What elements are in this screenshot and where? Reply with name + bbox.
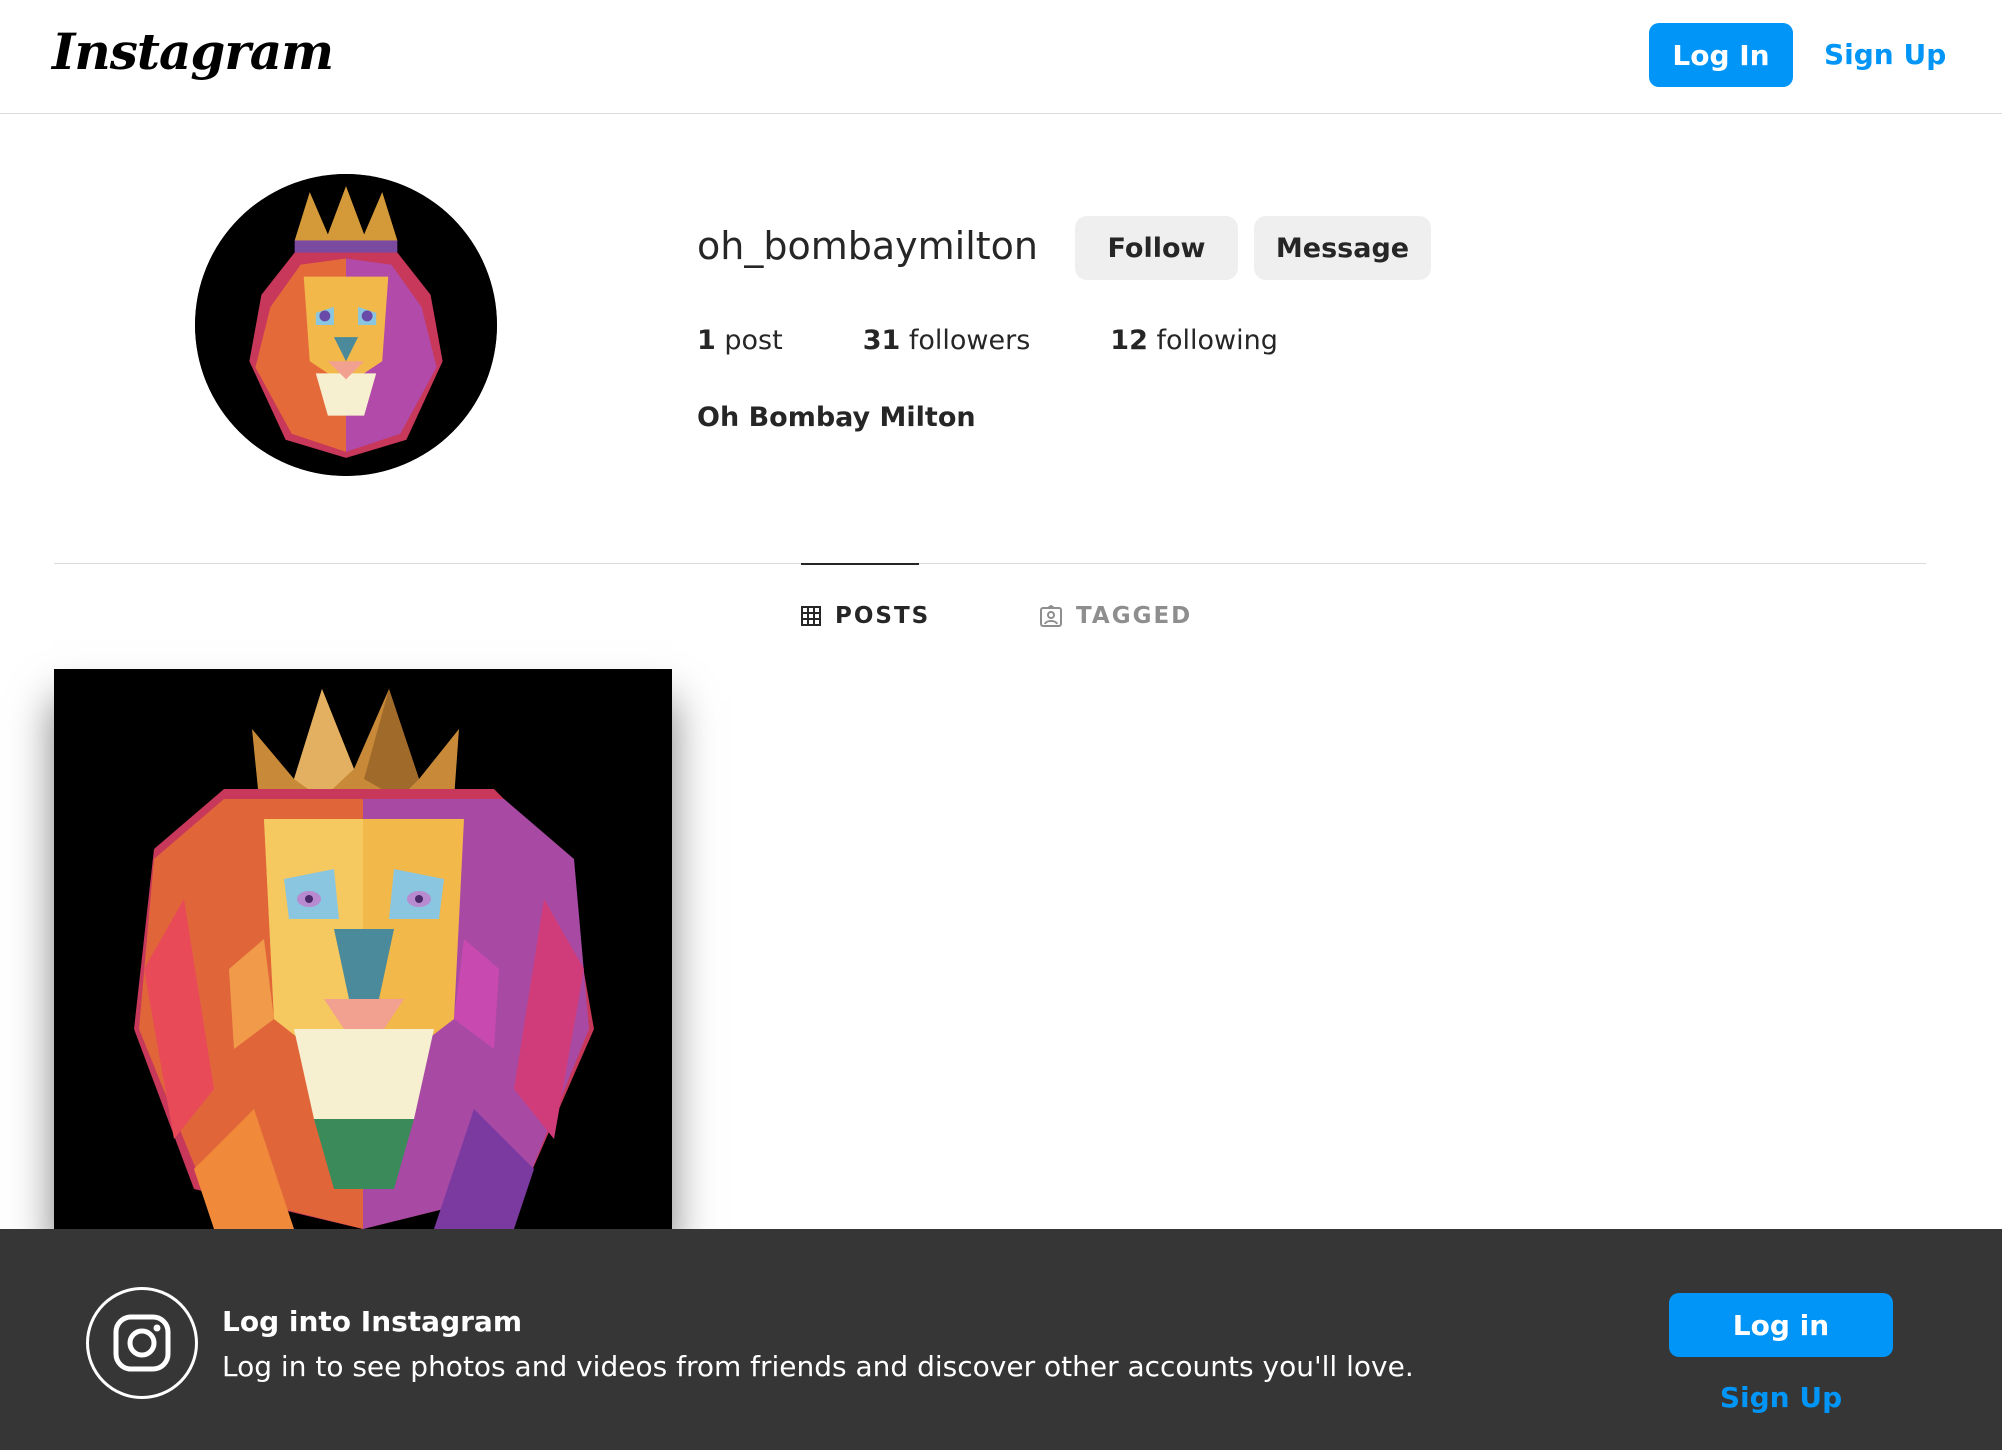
posts-stat: 1 post: [697, 325, 783, 356]
banner-title: Log into Instagram: [222, 1305, 522, 1338]
banner-signup-link[interactable]: Sign Up: [1669, 1381, 1893, 1414]
tab-tagged[interactable]: TAGGED: [1040, 603, 1192, 629]
profile-avatar[interactable]: [195, 174, 497, 476]
login-button[interactable]: Log In: [1649, 23, 1793, 87]
post-tile[interactable]: [54, 669, 672, 1229]
banner-login-button[interactable]: Log in: [1669, 1293, 1893, 1357]
tab-tagged-label: TAGGED: [1076, 603, 1193, 629]
lion-post-image-icon: [54, 669, 672, 1229]
instagram-camera-icon: [113, 1314, 171, 1372]
active-tab-indicator: [801, 563, 919, 565]
following-stat[interactable]: 12 following: [1110, 325, 1278, 356]
following-label: following: [1156, 325, 1278, 356]
followers-label: followers: [908, 325, 1031, 356]
follow-button[interactable]: Follow: [1075, 216, 1238, 280]
followers-stat[interactable]: 31 followers: [863, 325, 1031, 356]
tab-divider: [54, 563, 1926, 564]
tab-posts[interactable]: POSTS: [801, 603, 930, 629]
profile-stats: 1 post 31 followers 12 following: [697, 325, 1358, 356]
profile-full-name: Oh Bombay Milton: [697, 402, 976, 433]
posts-count: 1: [697, 325, 716, 356]
signup-link[interactable]: Sign Up: [1824, 38, 1946, 71]
grid-icon: [801, 606, 821, 626]
instagram-glyph: [86, 1287, 198, 1399]
profile-username: oh_bombaymilton: [697, 224, 1038, 268]
followers-count: 31: [862, 325, 901, 356]
page: Instagram Log In Sign Up oh_bombaymilton…: [0, 0, 2002, 1450]
lion-avatar-icon: [195, 174, 497, 476]
login-banner: Log into Instagram Log in to see photos …: [0, 1229, 2002, 1450]
posts-label: post: [724, 325, 783, 356]
instagram-logo[interactable]: Instagram: [52, 22, 334, 81]
following-count: 12: [1110, 325, 1148, 356]
tab-posts-label: POSTS: [835, 603, 931, 629]
message-button[interactable]: Message: [1254, 216, 1431, 280]
top-nav: Instagram Log In Sign Up: [0, 0, 2002, 114]
banner-subtitle: Log in to see photos and videos from fri…: [222, 1350, 1414, 1383]
tagged-icon: [1040, 605, 1062, 627]
